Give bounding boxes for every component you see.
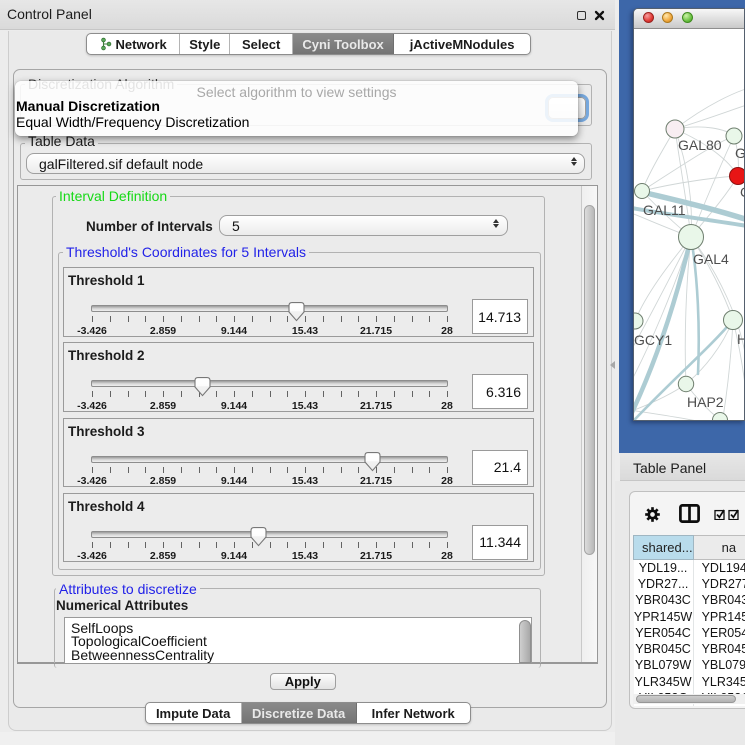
svg-text:GAL4: GAL4 xyxy=(693,251,729,267)
svg-text:GCY1: GCY1 xyxy=(634,332,672,348)
svg-text:C: C xyxy=(740,184,745,200)
svg-text:GAL80: GAL80 xyxy=(678,137,722,153)
svg-text:HAP2: HAP2 xyxy=(687,394,724,410)
svg-text:GAL11: GAL11 xyxy=(643,202,686,218)
svg-text:H: H xyxy=(737,331,745,347)
svg-text:GA: GA xyxy=(735,145,745,161)
